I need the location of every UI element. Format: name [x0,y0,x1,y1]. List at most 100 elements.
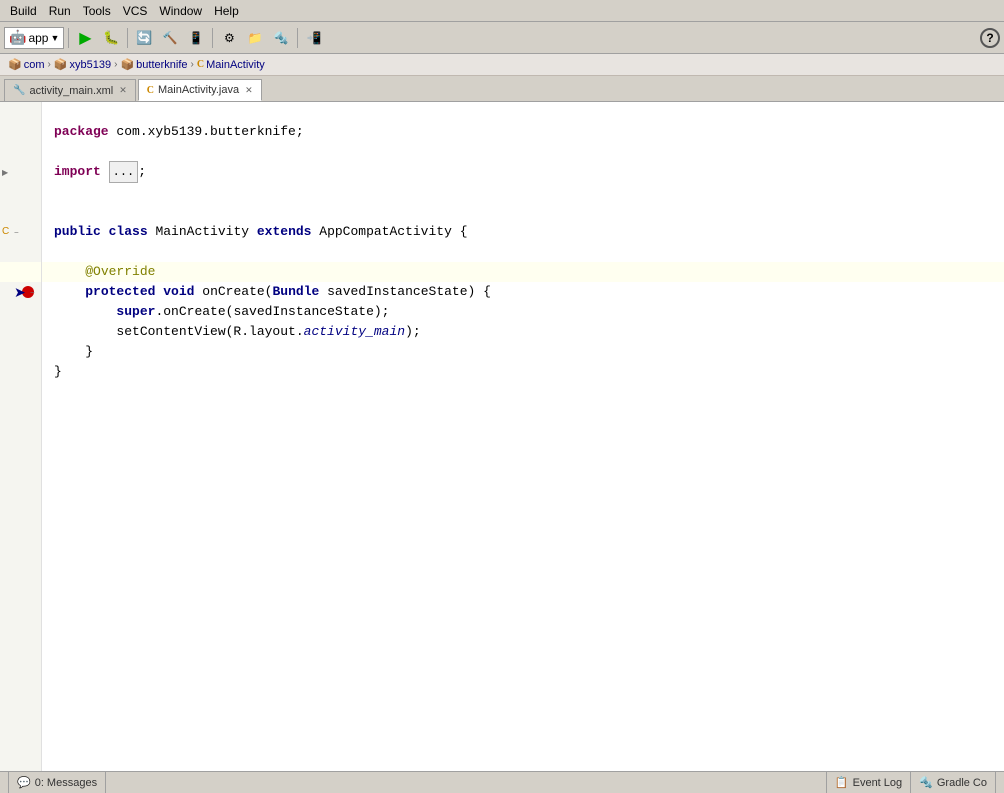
code-line-5 [42,182,1004,202]
menu-build[interactable]: Build [4,2,43,20]
breadcrumb-xyb5139[interactable]: 📦 xyb5139 [54,58,111,71]
code-line-19 [42,462,1004,482]
keyword-super: super [116,302,155,322]
gutter-line-13 [0,342,41,362]
build-button[interactable]: 🔨 [158,26,182,50]
import-semi: ; [138,162,146,182]
breadcrumb-label-mainactivity: MainActivity [206,59,265,71]
tab-label-java: MainActivity.java [158,84,239,96]
line-gutter: ▶ − C ➤ − [0,102,42,771]
code-line-9: @Override [42,262,1004,282]
messages-icon: 💬 [17,776,31,789]
app-selector[interactable]: 🤖 app ▼ [4,27,64,49]
help-button[interactable]: ? [980,28,1000,48]
gutter-line-6 [0,202,41,222]
code-line-10: protected void onCreate( Bundle savedIns… [42,282,1004,302]
code-line-1 [42,102,1004,122]
import-ellipsis: ... [109,161,139,183]
sync-button[interactable]: 🔄 [132,26,156,50]
keyword-protected: protected [85,282,155,302]
chevron-down-icon: ▼ [50,33,59,43]
breadcrumb-label-com: com [24,59,45,71]
tab-close-xml[interactable]: ✕ [119,85,127,96]
gradle-label: Gradle Co [937,777,987,789]
type-bundle: Bundle [272,282,319,302]
fold-icon-method[interactable]: − [30,288,35,297]
editor-container: ▶ − C ➤ − [0,102,1004,771]
gradle-status[interactable]: 🔩 Gradle Co [911,772,996,793]
menu-run[interactable]: Run [43,2,77,20]
java-tab-icon: C [147,85,154,96]
event-log-status[interactable]: 📋 Event Log [826,772,911,793]
code-line-4: import ... ; [42,162,1004,182]
messages-label: 0: Messages [35,777,97,789]
package-icon-1: 📦 [8,58,22,71]
code-line-15 [42,382,1004,402]
gutter-line-8 [0,242,41,262]
breadcrumb: 📦 com › 📦 xyb5139 › 📦 butterknife › C Ma… [0,54,1004,76]
code-line-7: public class MainActivity extends AppCom… [42,222,1004,242]
class-icon: C [197,59,204,70]
gutter-line-7: − C [0,222,41,242]
messages-status[interactable]: 💬 0: Messages [8,772,106,793]
code-line-2: package com.xyb5139.butterknife; [42,122,1004,142]
breadcrumb-com[interactable]: 📦 com [8,58,44,71]
debug-button[interactable]: 🐛 [99,26,123,50]
gutter-line-2 [0,122,41,142]
breadcrumb-sep-2: › [114,59,117,70]
run-button[interactable]: ▶ [73,26,97,50]
app-label: app [28,31,48,45]
code-editor[interactable]: package com.xyb5139.butterknife; import … [42,102,1004,771]
fold-icon-class[interactable]: − [14,228,19,237]
package-name: com.xyb5139.butterknife; [109,122,304,142]
import-dots [101,162,109,182]
breadcrumb-mainactivity[interactable]: C MainActivity [197,59,265,71]
gutter-line-5 [0,182,41,202]
code-line-20 [42,482,1004,502]
event-log-label: Event Log [853,777,903,789]
code-line-13: } [42,342,1004,362]
xml-tab-icon: 🔧 [13,85,25,96]
gradle-button[interactable]: 🔩 [269,26,293,50]
device-button[interactable]: 📲 [302,26,326,50]
gutter-line-14 [0,362,41,382]
gutter-line-12 [0,322,41,342]
package-icon-2: 📦 [54,58,68,71]
fold-icon-import[interactable]: ▶ [2,168,8,177]
menu-help[interactable]: Help [208,2,245,20]
menu-bar: Build Run Tools VCS Window Help [0,0,1004,22]
keyword-class: class [109,222,148,242]
code-line-14: } [42,362,1004,382]
annotation-override: @Override [85,262,155,282]
menu-window[interactable]: Window [153,2,208,20]
keyword-void: void [163,282,194,302]
tabs-bar: 🔧 activity_main.xml ✕ C MainActivity.jav… [0,76,1004,102]
avd-button[interactable]: 📱 [184,26,208,50]
project-button[interactable]: 📁 [243,26,267,50]
separator-1 [68,28,69,48]
android-icon: 🤖 [9,29,26,46]
code-line-16 [42,402,1004,422]
tab-activity-main-xml[interactable]: 🔧 activity_main.xml ✕ [4,79,136,101]
code-line-12: setContentView(R.layout. activity_main )… [42,322,1004,342]
gutter-line-3 [0,142,41,162]
tab-mainactivity-java[interactable]: C MainActivity.java ✕ [138,79,262,101]
menu-tools[interactable]: Tools [77,2,117,20]
layout-name: activity_main [304,322,405,342]
execution-arrow: ➤ [14,284,26,301]
gutter-line-4: ▶ [0,162,41,182]
separator-3 [212,28,213,48]
keyword-package: package [54,122,109,142]
menu-vcs[interactable]: VCS [117,2,154,20]
gutter-line-1 [0,102,41,122]
separator-2 [127,28,128,48]
tab-close-java[interactable]: ✕ [245,85,253,96]
gutter-line-10: ➤ − [0,282,41,302]
sdk-button[interactable]: ⚙ [217,26,241,50]
gutter-line-15 [0,382,41,402]
breadcrumb-sep-1: › [47,59,50,70]
code-line-18 [42,442,1004,462]
code-line-11: super .onCreate(savedInstanceState); [42,302,1004,322]
event-log-icon: 📋 [835,776,849,789]
breadcrumb-butterknife[interactable]: 📦 butterknife [120,58,187,71]
